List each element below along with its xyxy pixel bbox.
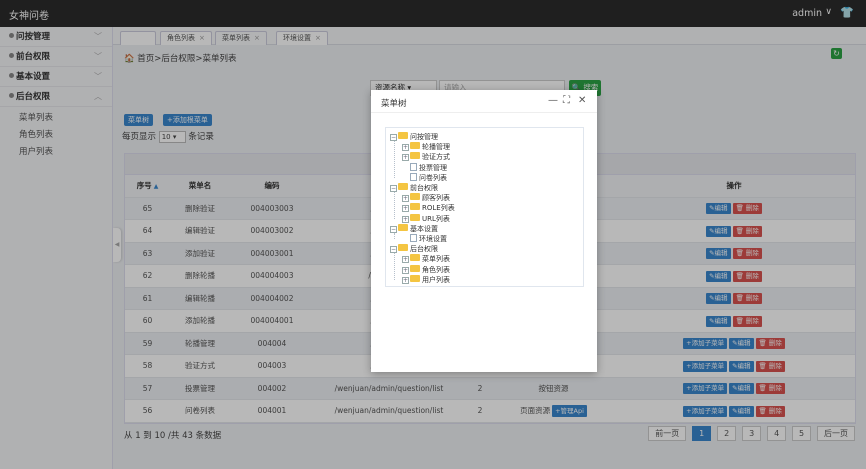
tree-node[interactable]: − 后台权限	[390, 244, 438, 254]
folder-icon	[398, 244, 408, 252]
tree-node-label: 角色列表	[422, 265, 450, 274]
menu-tree: − 问按管理 + 轮播管理 + 验证方式 投票管理 问卷列表 − 前台权限 + 顾客列表 + ROLE列表…	[385, 127, 584, 287]
tree-node[interactable]: 投票管理	[402, 162, 447, 173]
tree-node-label: 前台权限	[410, 184, 438, 192]
expand-icon[interactable]: +	[402, 144, 409, 152]
folder-icon	[410, 142, 420, 150]
folder-icon	[410, 274, 420, 282]
tree-node[interactable]: − 基本设置	[390, 223, 438, 234]
tree-node-label: 基本设置	[410, 224, 438, 233]
expand-icon[interactable]: +	[402, 266, 409, 274]
expand-icon[interactable]: +	[402, 205, 409, 213]
collapse-icon[interactable]: −	[390, 246, 397, 254]
tree-node-label: 轮播管理	[422, 143, 450, 152]
tree-node[interactable]: + 用户列表	[402, 274, 450, 285]
tree-node[interactable]: 问卷列表	[402, 172, 447, 183]
tree-node[interactable]: + 验证方式	[402, 152, 450, 162]
folder-icon	[410, 203, 420, 211]
maximize-icon[interactable]: ⛶	[563, 95, 570, 106]
tree-node-label: 用户列表	[422, 275, 450, 284]
expand-icon[interactable]: +	[402, 215, 409, 223]
close-icon[interactable]: ✕	[578, 95, 586, 106]
folder-icon	[410, 264, 420, 272]
expand-icon[interactable]: +	[402, 256, 409, 264]
tree-connector	[394, 253, 395, 280]
tree-node[interactable]: − 问按管理	[390, 132, 438, 142]
expand-icon[interactable]: +	[402, 195, 409, 203]
tree-node-label: 菜单列表	[422, 255, 450, 264]
tree-node-label: 环境设置	[419, 235, 447, 243]
folder-icon	[398, 183, 408, 190]
tree-connector	[394, 141, 395, 178]
tree-node[interactable]: 环境设置	[402, 234, 447, 244]
tree-node-label: 问按管理	[410, 133, 438, 141]
collapse-icon[interactable]: −	[390, 225, 397, 233]
tree-node[interactable]: + 菜单列表	[402, 254, 450, 264]
tree-node[interactable]: + 顾客列表	[402, 193, 450, 203]
dialog-title: 菜单树	[381, 99, 407, 109]
tree-node-label: ROLE列表	[422, 204, 455, 213]
folder-icon	[410, 254, 420, 262]
file-icon	[410, 162, 417, 171]
tree-connector	[394, 192, 395, 219]
tree-node[interactable]: − 前台权限	[390, 183, 438, 193]
file-icon	[410, 172, 417, 181]
expand-icon[interactable]: +	[402, 276, 409, 284]
tree-node[interactable]: + 轮播管理	[402, 142, 450, 152]
tree-node-label: URL列表	[422, 214, 450, 223]
folder-icon	[410, 152, 420, 160]
tree-node-label: 验证方式	[422, 153, 450, 162]
collapse-icon[interactable]: −	[390, 185, 397, 192]
menu-tree-dialog: 菜单树 — ⛶ ✕ − 问按管理 + 轮播管理 + 验证方式 投票管理 问卷列表 − 前台权限 + 顾…	[371, 90, 597, 372]
collapse-icon[interactable]: −	[390, 134, 397, 141]
file-icon	[410, 234, 417, 242]
minimize-icon[interactable]: —	[548, 95, 558, 106]
expand-icon[interactable]: +	[402, 154, 409, 162]
tree-node-label: 投票管理	[419, 163, 447, 172]
tree-node[interactable]: + ROLE列表	[402, 203, 455, 213]
tree-connector	[394, 232, 395, 239]
folder-icon	[398, 132, 408, 139]
tree-node-label: 问卷列表	[419, 173, 447, 182]
folder-icon	[410, 213, 420, 221]
dialog-header: 菜单树 — ⛶ ✕	[371, 90, 597, 113]
folder-icon	[398, 223, 408, 231]
folder-icon	[410, 193, 420, 201]
tree-node-label: 后台权限	[410, 245, 438, 254]
tree-node-label: 顾客列表	[422, 194, 450, 203]
tree-node[interactable]: + 角色列表	[402, 264, 450, 275]
tree-node[interactable]: + URL列表	[402, 213, 450, 224]
